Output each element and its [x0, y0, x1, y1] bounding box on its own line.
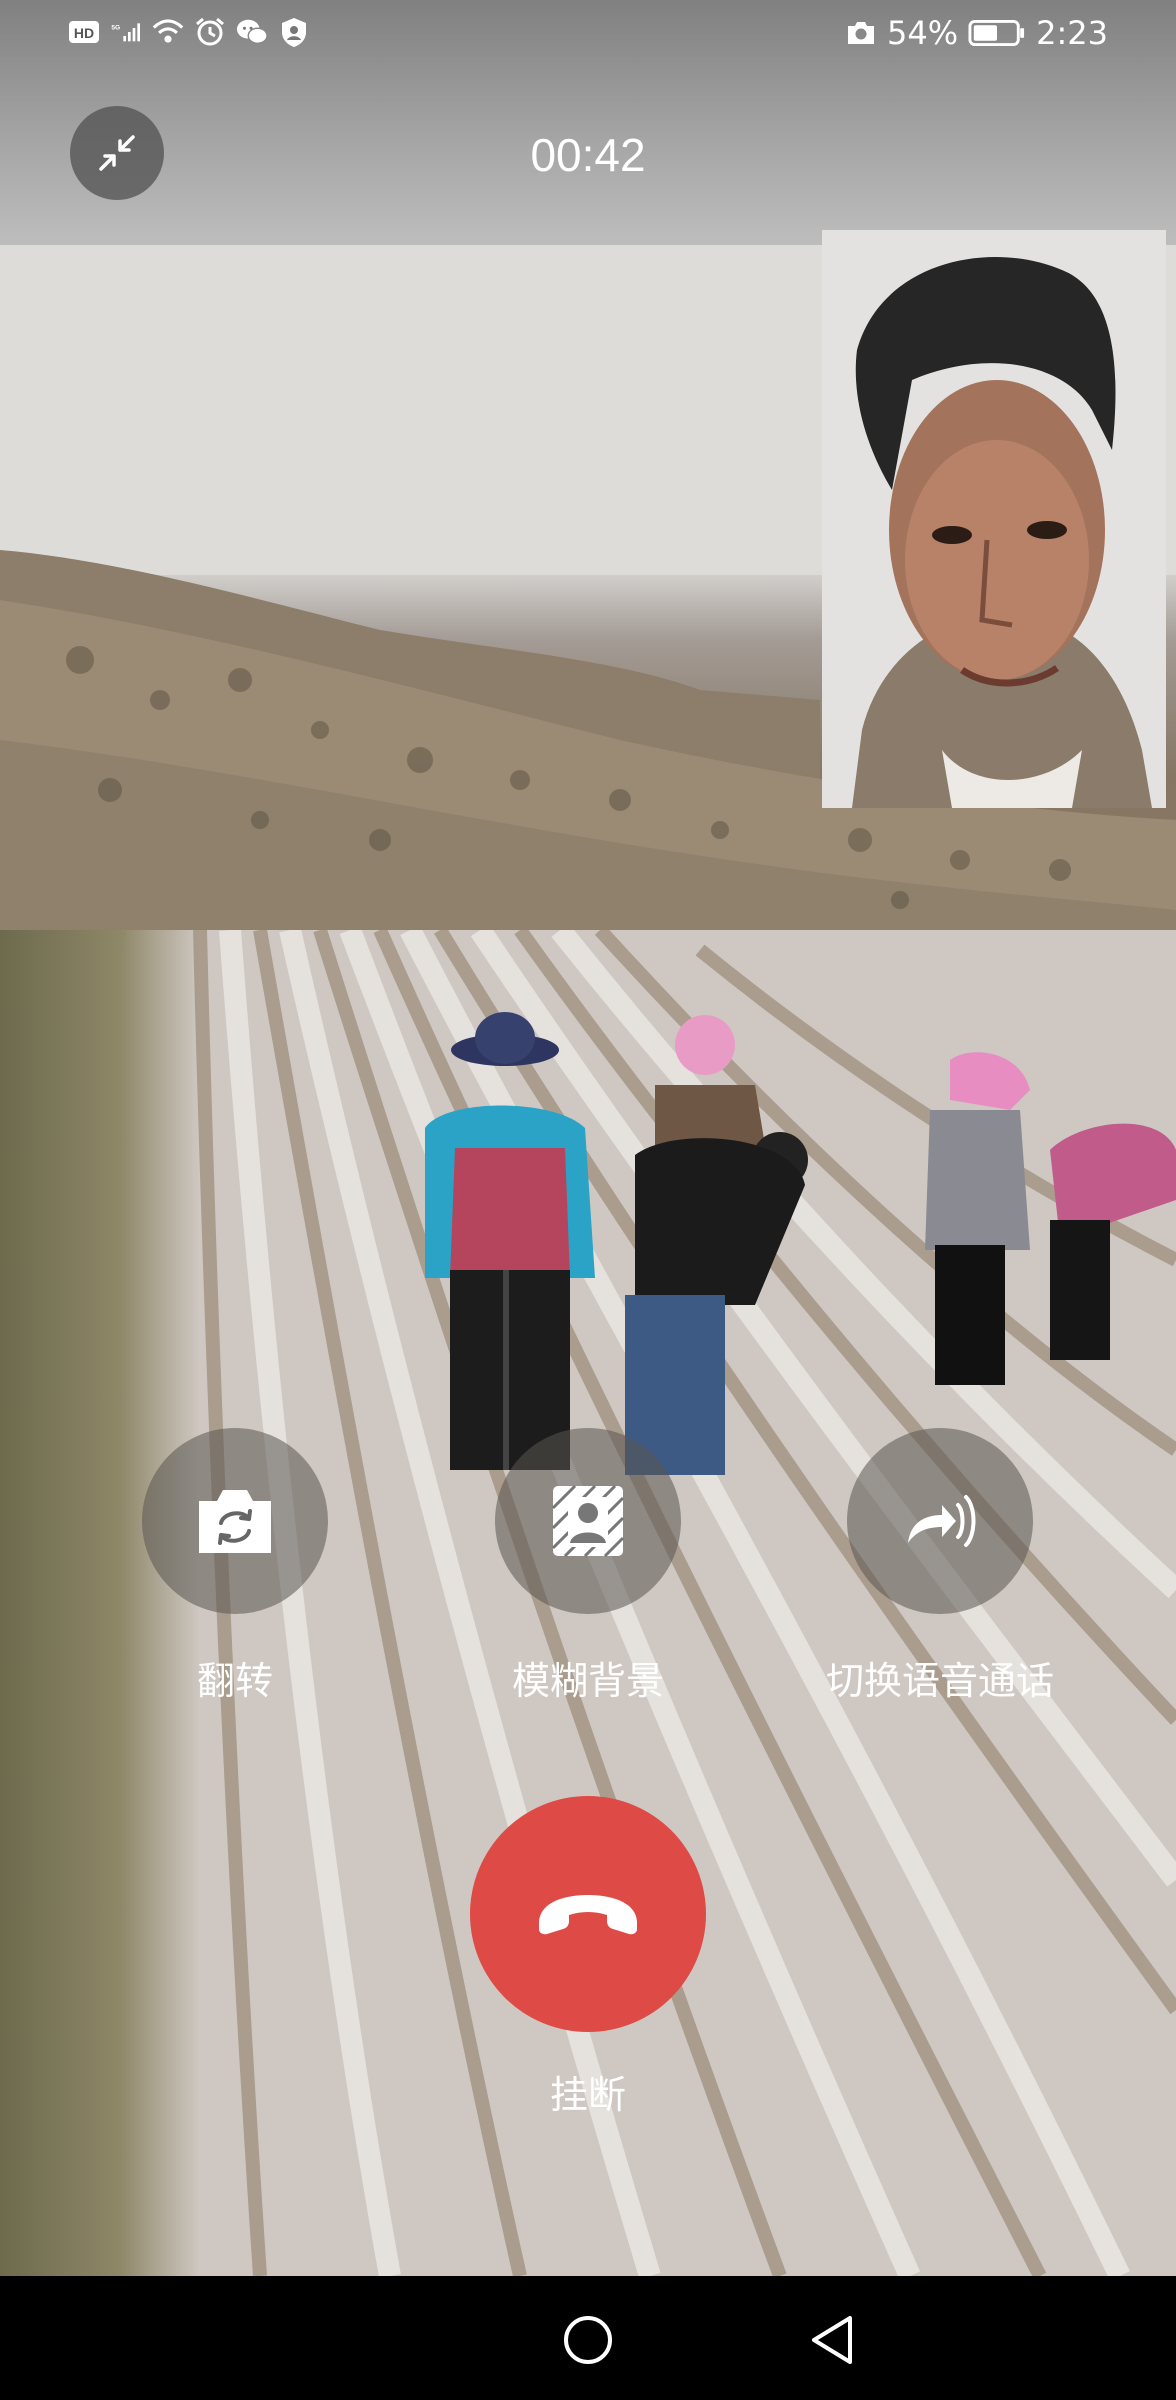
- wechat-icon: [236, 19, 268, 44]
- switch-voice-control[interactable]: 切换语音通话: [826, 1428, 1054, 1705]
- wifi-icon: [152, 19, 184, 43]
- back-triangle-icon[interactable]: [806, 2312, 858, 2368]
- hangup-phone-icon: [539, 1895, 637, 1935]
- 5g-signal-icon: 5G: [111, 23, 140, 42]
- svg-text:HD: HD: [74, 25, 94, 41]
- flip-camera-icon: [199, 1490, 271, 1553]
- hangup-label: 挂断: [549, 2073, 626, 2117]
- hd-icon: HD: [69, 21, 99, 43]
- call-duration: 00:42: [530, 129, 646, 181]
- flip-camera-button[interactable]: [142, 1428, 328, 1614]
- blur-background-button[interactable]: [495, 1428, 681, 1614]
- flip-label: 翻转: [196, 1659, 273, 1703]
- self-view-face: [822, 230, 1166, 808]
- flip-camera-control[interactable]: 翻转: [142, 1428, 328, 1705]
- status-left-icons: HD 5G: [68, 16, 310, 48]
- shield-icon: [282, 18, 306, 47]
- camera-icon: [848, 22, 875, 44]
- video-person-pink-scarf: [925, 1052, 1030, 1385]
- battery-icon: [968, 19, 1025, 47]
- home-circle-icon[interactable]: [562, 2314, 614, 2366]
- status-right-info: 54% 2:23: [845, 14, 1108, 52]
- blur-label: 模糊背景: [511, 1659, 664, 1703]
- status-bar: HD 5G 54% 2:23: [0, 0, 1176, 72]
- svg-text:5G: 5G: [111, 24, 120, 31]
- blur-background-icon: [551, 1484, 625, 1558]
- video-person-purple: [1050, 1123, 1176, 1360]
- switch-to-voice-icon: [908, 1495, 976, 1547]
- battery-percent: 54%: [887, 14, 959, 52]
- blur-background-control[interactable]: 模糊背景: [495, 1428, 681, 1705]
- status-time: 2:23: [1036, 14, 1108, 52]
- switch-voice-button[interactable]: [847, 1428, 1033, 1614]
- switch-voice-label: 切换语音通话: [826, 1659, 1055, 1703]
- self-view-pip[interactable]: [822, 230, 1166, 808]
- navigation-bar: [0, 2276, 1176, 2400]
- hangup-button[interactable]: [470, 1796, 706, 2032]
- alarm-icon: [196, 17, 224, 46]
